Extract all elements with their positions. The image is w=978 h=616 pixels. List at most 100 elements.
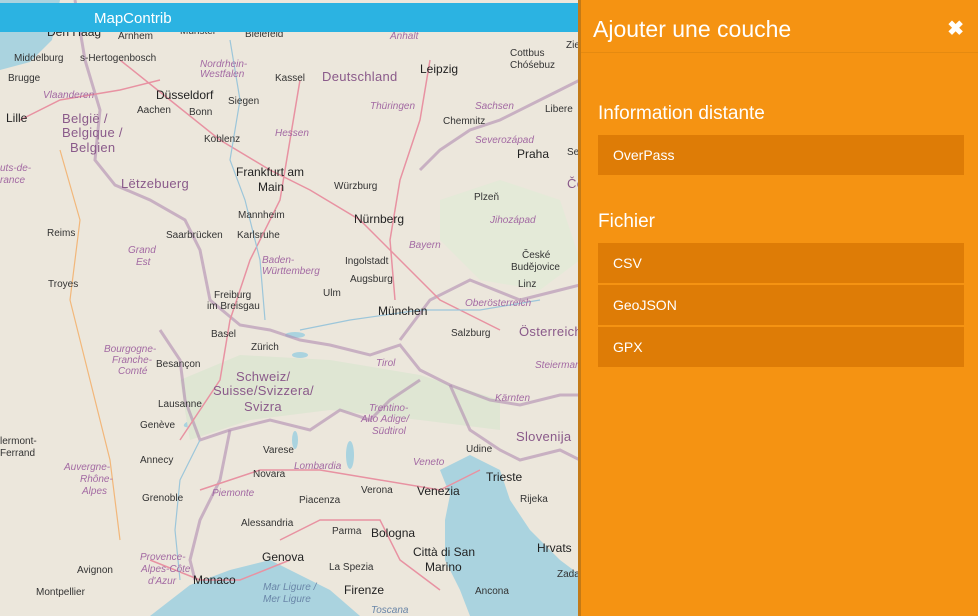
map-label: Slovenija [516,429,572,444]
map-label: Mer Ligure [263,594,311,605]
map-label: d'Azur [148,576,177,587]
map-label: Rhône- [80,474,113,485]
map-label: Verona [361,485,393,496]
section-title-remote: Information distante [598,103,765,124]
map-label: Plzeň [474,192,500,203]
map-label: België / [62,111,108,126]
map-label: Bourgogne- [104,344,157,355]
add-layer-panel: Ajouter une couche ✖ Information distant… [578,0,978,616]
map-label: Udine [466,444,493,455]
map-label: Reims [47,228,76,239]
map-label: Aachen [137,105,171,116]
section-title-file: Fichier [598,211,656,232]
map-label: Lëtzebuerg [121,176,190,191]
layer-item-gpx[interactable]: GPX [598,327,964,367]
map-label: Città di San [413,545,476,559]
map-label: Nürnberg [354,212,405,226]
map-label: Ferrand [0,448,36,459]
map-label: Alpes-Côte [141,564,191,575]
map-label: Karlsruhe [237,230,280,241]
close-icon[interactable]: ✖ [947,16,964,41]
map-label: Hessen [275,128,309,139]
map-label: Piacenza [299,495,341,506]
map-label: Lombardia [294,461,342,472]
map-label: Budějovice [511,262,560,273]
map-label: Basel [211,329,237,340]
map-label: Deutschland [322,69,398,84]
map-label: Chóśebuz [510,60,556,71]
map-label: Anhalt [390,31,419,42]
map-label: Ancona [475,586,509,597]
map-label: Rijeka [520,494,548,505]
map-label: České [522,250,551,261]
layer-item-geojson[interactable]: GeoJSON [598,285,964,325]
map-label: Piemonte [212,488,255,499]
map-label: Annecy [140,455,174,466]
map-label: Ingolstadt [345,256,389,267]
panel-header: Ajouter une couche ✖ [581,0,978,53]
map-label: Sachsen [475,101,514,112]
map-label: Genève [140,420,176,431]
map-label: Mannheim [238,210,285,221]
map-label: Auvergne- [64,462,111,473]
map-label: Belgique / [62,125,123,140]
map-label: Freiburg [214,290,252,301]
map-label: Main [258,180,285,194]
map-label: Württemberg [262,266,320,277]
map-label: Belgien [70,140,116,155]
map-label: Augsburg [350,274,393,285]
map-label: Chemnitz [443,116,486,127]
map-label: Frankfurt am [236,165,305,179]
map-label: Firenze [344,583,385,597]
map-label: Montpellier [36,587,85,598]
panel-title: Ajouter une couche [593,16,792,42]
map-label: Franche- [112,355,153,366]
map-label: Kassel [275,73,306,84]
map-label: Schweiz/ [236,369,291,384]
map-label: Besançon [156,359,201,370]
map-label: Grand [128,245,156,256]
map-label: Lille [6,111,28,125]
map-label: Leipzig [420,62,459,76]
map-label: Praha [517,147,550,161]
app-title[interactable]: MapContrib [94,10,172,27]
map-label: Provence- [140,552,186,563]
map-label: Baden- [262,255,295,266]
map-label: uts-de- [0,163,32,174]
map-label: Cottbus [510,48,545,59]
map-label: Veneto [413,457,445,468]
map-label: Koblenz [204,134,241,145]
map-label: Troyes [48,279,79,290]
map-label: Würzburg [334,181,378,192]
map-label: Thüringen [370,101,416,112]
map-label: Salzburg [451,328,491,339]
map-label: Trieste [486,470,523,484]
map-label: im Breisgau [207,301,260,312]
map-label: Suisse/Svizzera/ [213,383,314,398]
map-label: Brugge [8,73,41,84]
map-view[interactable]: Den HaagArnhemMünsterBielefeldAnhaltCott… [0,0,580,616]
map-label: Zürich [251,342,279,353]
map-label: Svizra [244,399,282,414]
map-label: Kärnten [495,393,531,404]
map-label: Severozápad [475,135,534,146]
map-label: Toscana [371,605,409,616]
map-label: Trentino- [369,403,409,414]
map-label: Jihozápad [490,215,536,226]
map-label: Westfalen [200,69,245,80]
map-label: Steiermar [535,360,579,371]
layer-item-overpass[interactable]: OverPass [598,135,964,175]
map-label: Avignon [77,565,113,576]
map-label: Libere [545,104,573,115]
map-label: Alpes [82,486,108,497]
map-label: Oberösterreich [465,298,532,309]
map-label: Parma [332,526,362,537]
map-label: Bonn [189,107,213,118]
map-label: Siegen [228,96,260,107]
map-label: La Spezia [329,562,374,573]
layer-item-csv[interactable]: CSV [598,243,964,283]
map-label: Varese [263,445,294,456]
map-label: Alto Adige/ [361,414,409,425]
map-label: Marino [425,560,462,574]
top-bar: MapContrib [0,3,580,32]
